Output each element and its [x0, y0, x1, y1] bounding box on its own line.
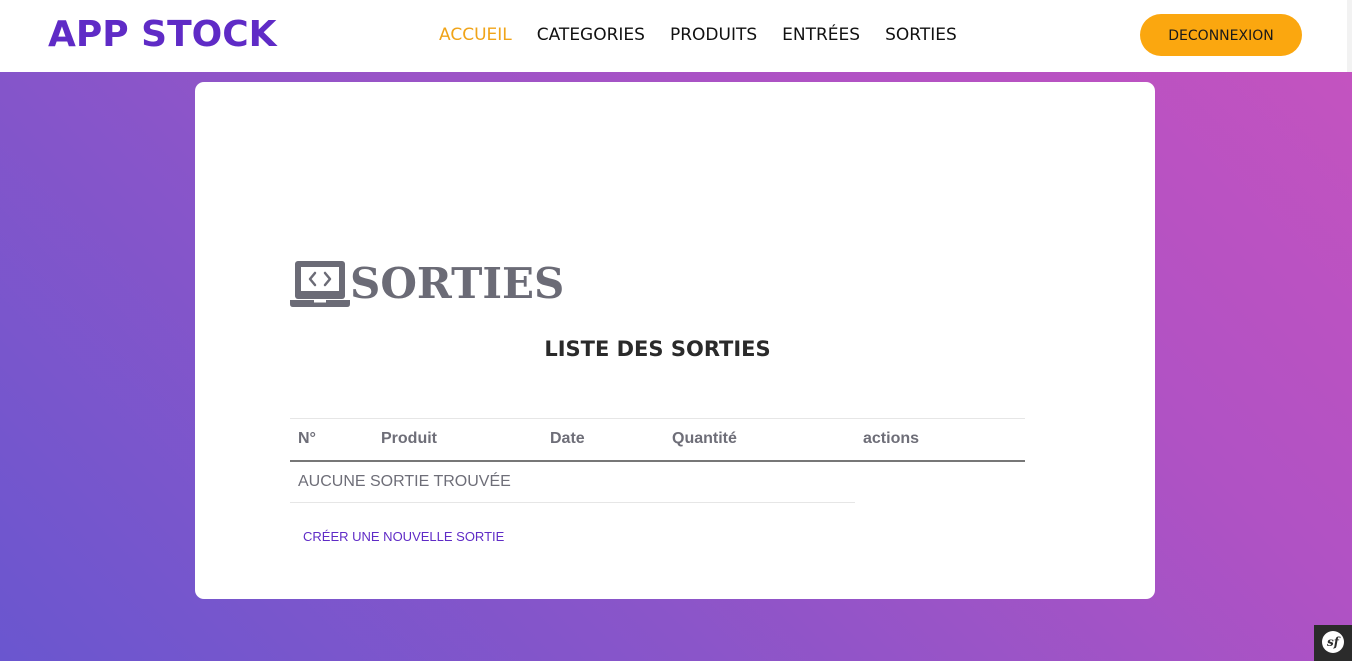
logout-button[interactable]: DECONNEXION [1140, 14, 1302, 56]
scrollbar[interactable] [1347, 0, 1352, 72]
nav-link-entrees[interactable]: ENTRÉES [782, 23, 860, 47]
column-header-date: Date [550, 430, 585, 447]
page-heading: SORTIES [290, 258, 564, 310]
symfony-debug-toolbar[interactable]: sf [1314, 625, 1352, 661]
sorties-table: N° Produit Date Quantité actions AUCUNE … [290, 418, 1025, 503]
table-row-empty: AUCUNE SORTIE TROUVÉE [290, 462, 855, 503]
column-header-quantite: Quantité [672, 430, 737, 447]
nav-link-produits[interactable]: PRODUITS [670, 23, 757, 47]
empty-table-message: AUCUNE SORTIE TROUVÉE [298, 473, 511, 490]
table-header: N° Produit Date Quantité actions [290, 418, 1025, 462]
top-navbar: APP STOCK ACCUEIL CATEGORIES PRODUITS EN… [0, 0, 1352, 72]
page-title: SORTIES [350, 259, 565, 308]
nav-link-categories[interactable]: CATEGORIES [537, 23, 645, 47]
laptop-code-icon [290, 261, 350, 307]
content-card: SORTIES LISTE DES SORTIES N° Produit Dat… [195, 82, 1155, 599]
nav-link-accueil[interactable]: ACCUEIL [439, 23, 512, 47]
main-nav: ACCUEIL CATEGORIES PRODUITS ENTRÉES SORT… [439, 23, 957, 47]
nav-link-sorties[interactable]: SORTIES [885, 23, 957, 47]
column-header-produit: Produit [381, 430, 437, 447]
create-sortie-link[interactable]: CRÉER UNE NOUVELLE SORTIE [303, 528, 504, 546]
symfony-logo-icon[interactable]: sf [1322, 631, 1344, 653]
column-header-actions: actions [863, 430, 920, 447]
column-header-number: N° [298, 430, 316, 447]
brand-logo[interactable]: APP STOCK [48, 12, 277, 58]
list-title: LISTE DES SORTIES [544, 337, 771, 361]
